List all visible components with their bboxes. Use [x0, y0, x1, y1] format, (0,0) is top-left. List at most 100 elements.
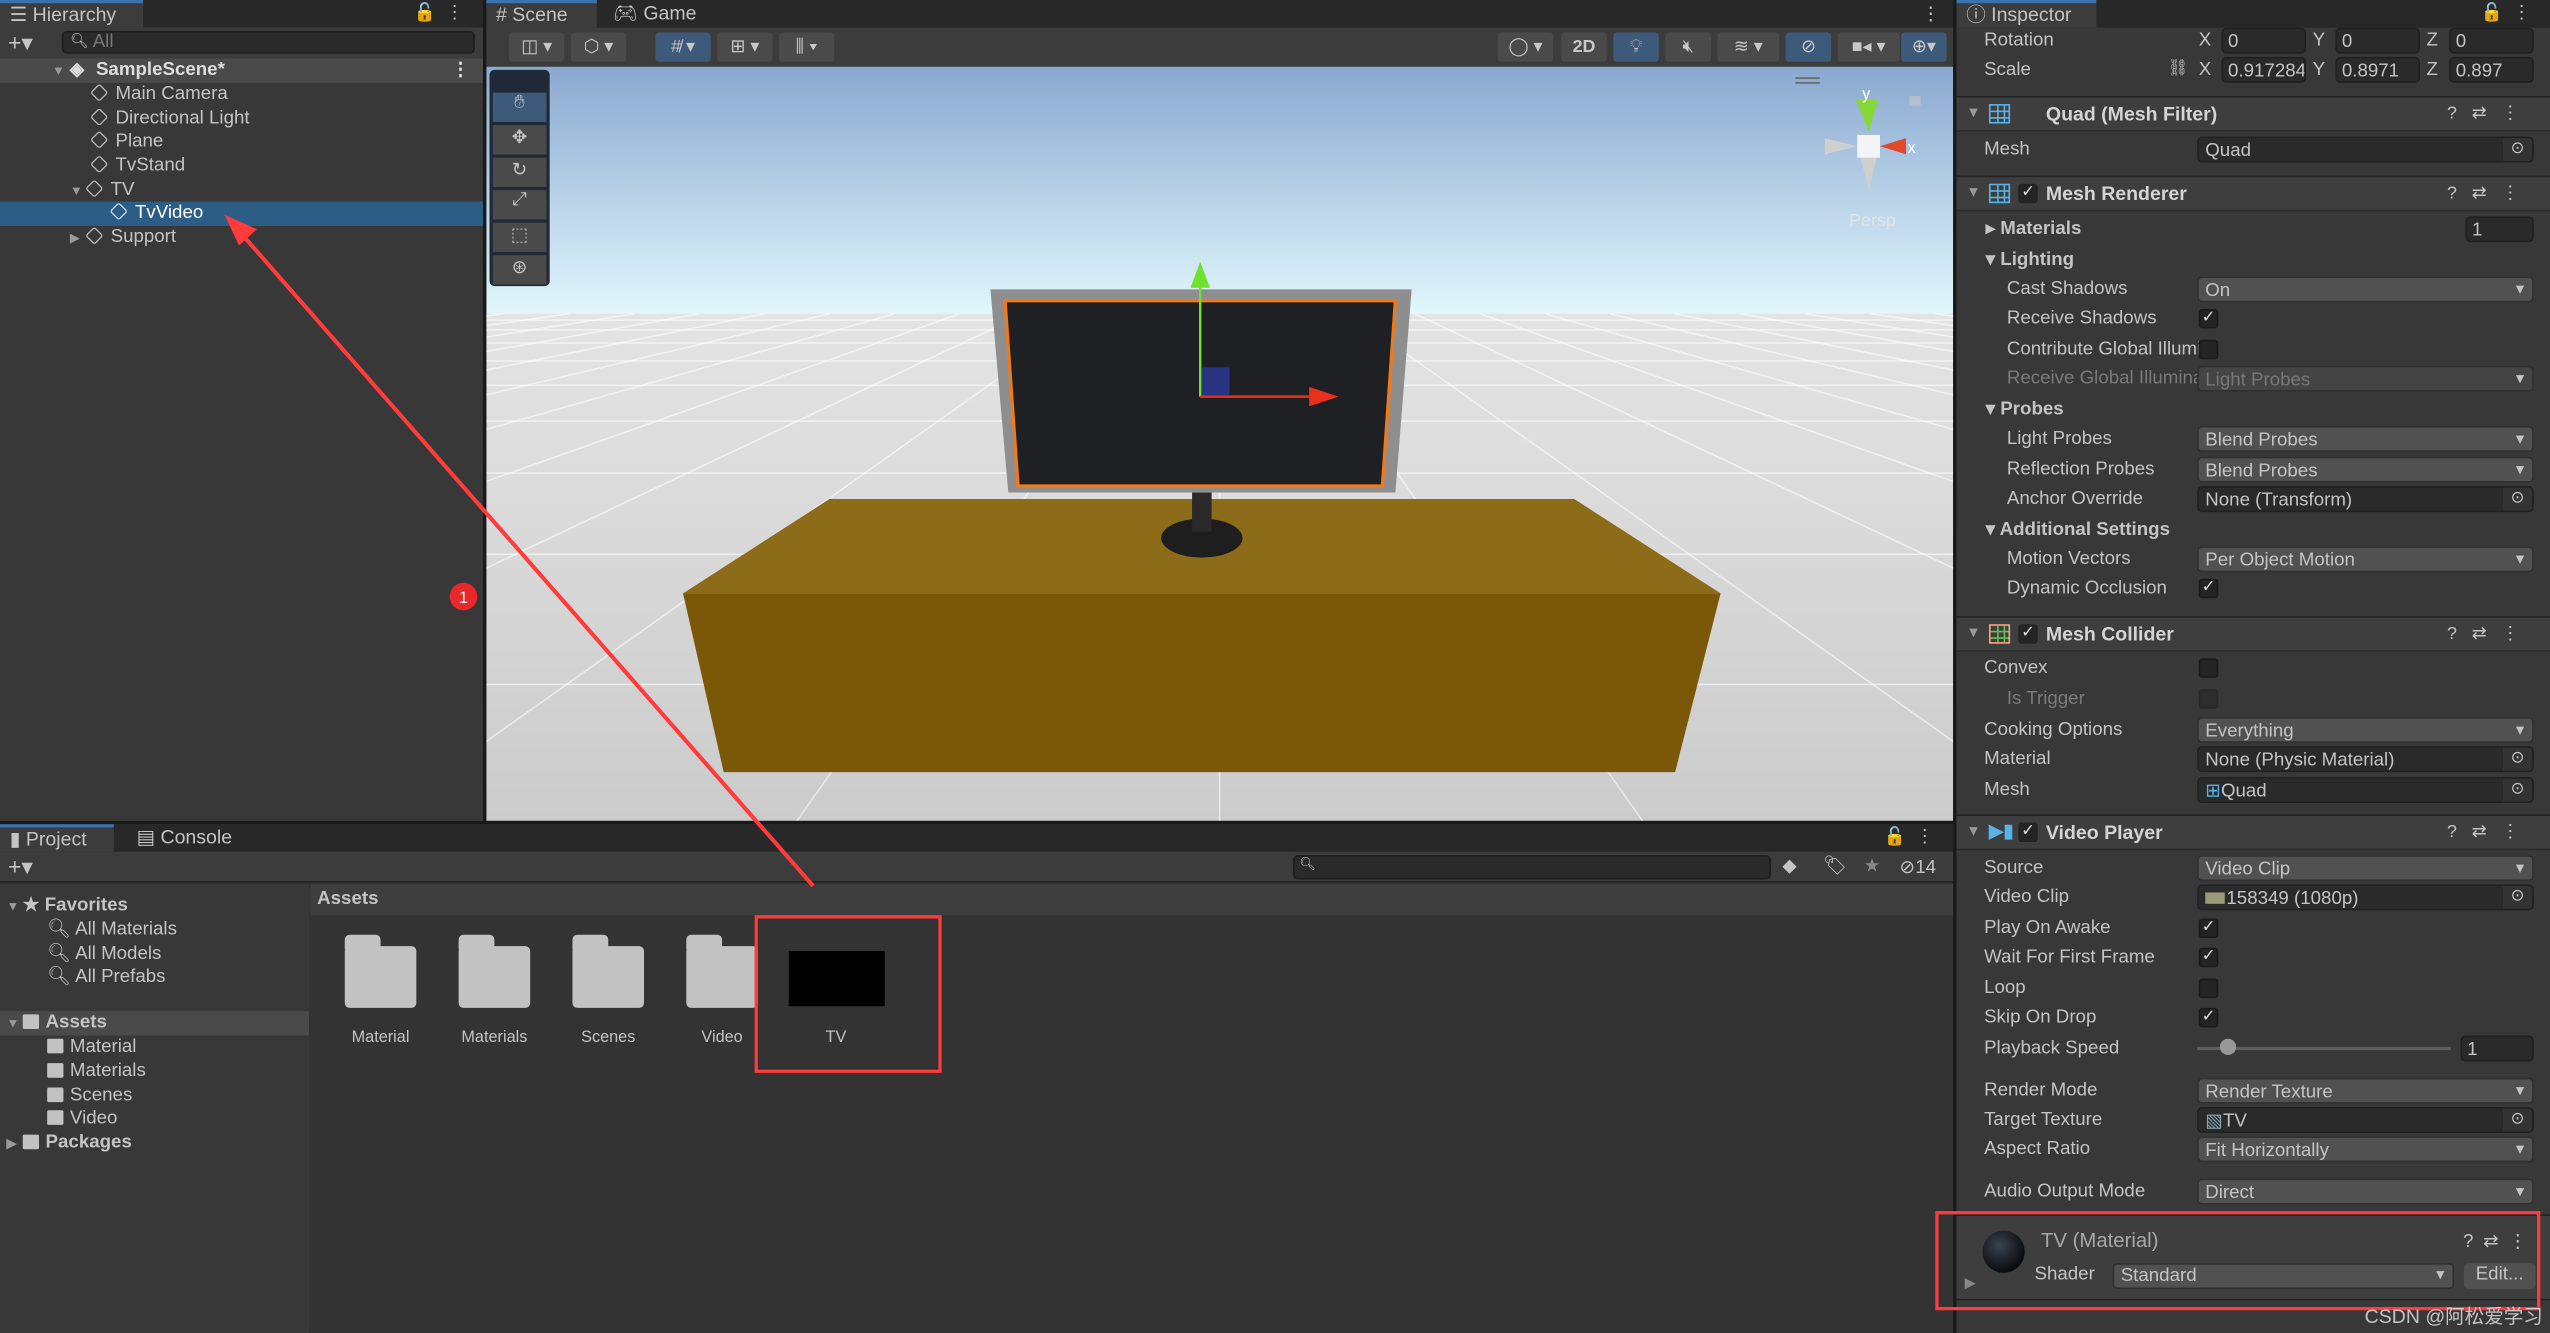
transform-tool[interactable]: ⊛	[492, 255, 547, 285]
scale-z-field[interactable]: 0.897	[2449, 56, 2534, 83]
cooking-options-dropdown[interactable]: Everything	[2197, 716, 2534, 743]
shading-mode-dropdown[interactable]: ◯ ▾	[1497, 32, 1554, 62]
tab-game[interactable]: 🎮︎ Game	[603, 0, 706, 28]
receive-shadows-checkbox[interactable]: ✓	[2198, 308, 2219, 329]
hierarchy-item-selected[interactable]: TvVideo	[0, 201, 484, 226]
folder-icon-video[interactable]	[686, 934, 758, 1008]
probes-foldout[interactable]: ▾ Probes	[1986, 395, 2064, 424]
gizmos-dropdown[interactable]: ⊕▾	[1901, 32, 1947, 62]
materials-foldout[interactable]: ▸ Materials	[1986, 215, 2082, 244]
help-preset-menu-icons[interactable]: ?⇄⋮	[2447, 821, 2534, 843]
effects-dropdown[interactable]: ≋ ▾	[1717, 32, 1780, 62]
folder-item[interactable]: Scenes	[47, 1084, 132, 1108]
hidden-objects-toggle[interactable]: ⊘	[1785, 32, 1832, 62]
enable-checkbox[interactable]: ✓	[2018, 624, 2038, 644]
project-search-input[interactable]: 🔍︎	[1292, 855, 1772, 880]
expand-arrow-icon[interactable]: ▼	[70, 179, 86, 203]
collapse-arrow-icon[interactable]: ▼	[1966, 624, 1981, 640]
camera-dropdown[interactable]: ■◂ ▾	[1837, 32, 1900, 62]
cast-shadows-dropdown[interactable]: On	[2197, 276, 2534, 303]
hierarchy-item[interactable]: Plane	[90, 130, 163, 154]
increment-snap-button[interactable]: ⊞ ▾	[717, 32, 773, 62]
mesh-field[interactable]: Quad ⊙	[2197, 136, 2534, 163]
filter-by-label-icon[interactable]: 🏷︎	[1823, 853, 1847, 877]
help-preset-menu-icons[interactable]: ?⇄⋮	[2463, 1229, 2537, 1252]
lock-menu-icons[interactable]: 🔓⋮	[1884, 826, 1944, 847]
render-mode-dropdown[interactable]: ⬡ ▾	[570, 32, 627, 62]
rotate-tool[interactable]: ↻	[492, 157, 547, 187]
hand-tool[interactable]: ✋︎	[492, 92, 547, 122]
edit-shader-button[interactable]: Edit...	[2463, 1263, 2536, 1290]
object-picker-icon[interactable]: ⊙	[2502, 487, 2533, 511]
hidden-packages-toggle[interactable]: ⊘14	[1900, 855, 1936, 878]
collider-material-field[interactable]: None (Physic Material) ⊙	[2197, 746, 2534, 773]
rect-tool[interactable]: ⬚	[492, 222, 547, 252]
aspect-ratio-dropdown[interactable]: Fit Horizontally	[2197, 1136, 2534, 1163]
snap-settings-button[interactable]: ⫼ ▾	[778, 32, 835, 62]
packages-node[interactable]: ▶ Packages	[7, 1131, 132, 1155]
source-dropdown[interactable]: Video Clip	[2197, 855, 2534, 882]
add-button[interactable]: +▾	[8, 29, 33, 57]
folder-icon-material[interactable]	[344, 934, 417, 1008]
convex-checkbox[interactable]	[2198, 658, 2219, 678]
audio-toggle[interactable]: 🔇︎	[1665, 32, 1711, 62]
scene-viewport[interactable]: y x Persp	[486, 66, 1954, 821]
draw-mode-dropdown[interactable]: ◫ ▾	[509, 32, 565, 62]
tab-console[interactable]: ▤ Console	[127, 824, 242, 852]
shader-dropdown[interactable]: Standard	[2112, 1263, 2455, 1290]
collapse-arrow-icon[interactable]: ▼	[1966, 104, 1981, 120]
rotation-x-field[interactable]: 0	[2221, 27, 2307, 54]
asset-label[interactable]: Materials	[437, 1029, 551, 1047]
hierarchy-item[interactable]: TvStand	[90, 154, 185, 178]
help-preset-menu-icons[interactable]: ?⇄⋮	[2447, 623, 2534, 644]
expand-arrow-icon[interactable]: ▶	[1965, 1274, 1976, 1292]
persp-label[interactable]: Persp	[1849, 210, 1896, 230]
playback-speed-slider-handle[interactable]	[2219, 1038, 2236, 1056]
lighting-foldout[interactable]: ▾ Lighting	[1986, 245, 2074, 274]
hierarchy-item[interactable]: ▶ Support	[70, 226, 176, 250]
folder-icon-materials[interactable]	[458, 934, 531, 1008]
favorite-item[interactable]: 🔍︎ All Prefabs	[47, 966, 165, 990]
video-player-header[interactable]: ▼ ▶▮ ✓ Video Player ?⇄⋮	[1956, 814, 2550, 851]
asset-label[interactable]: TV	[779, 1029, 893, 1047]
2d-toggle[interactable]: 2D	[1561, 32, 1607, 62]
scale-y-field[interactable]: 0.8971	[2335, 56, 2420, 83]
contribute-gi-checkbox[interactable]	[2198, 339, 2219, 360]
enable-checkbox[interactable]: ✓	[2018, 822, 2038, 843]
asset-label[interactable]: Video	[665, 1029, 779, 1047]
collapse-arrow-icon[interactable]: ▶	[70, 226, 86, 250]
object-picker-icon[interactable]: ⊙	[2502, 778, 2533, 802]
move-tool[interactable]: ✥	[492, 125, 547, 155]
mesh-collider-header[interactable]: ▼ ✓ Mesh Collider ?⇄⋮	[1956, 616, 2550, 652]
favorite-item[interactable]: 🔍︎ All Materials	[47, 918, 177, 942]
lock-menu-icons[interactable]: 🔓⋮	[414, 2, 474, 23]
collapse-arrow-icon[interactable]: ▼	[1966, 823, 1981, 839]
expand-arrow-icon[interactable]: ▼	[7, 894, 23, 918]
materials-count-field[interactable]: 1	[2465, 216, 2534, 243]
folder-item[interactable]: Materials	[47, 1060, 146, 1084]
lighting-toggle[interactable]: 💡︎	[1613, 32, 1659, 62]
target-texture-field[interactable]: ▧TV ⊙	[2197, 1107, 2534, 1134]
collider-mesh-field[interactable]: ⊞Quad ⊙	[2197, 777, 2534, 804]
gizmo-plane-handle[interactable]	[1201, 367, 1230, 396]
playback-speed-field[interactable]: 1	[2460, 1035, 2534, 1062]
help-preset-menu-icons[interactable]: ?⇄⋮	[2447, 182, 2534, 204]
object-picker-icon[interactable]: ⊙	[2502, 138, 2533, 161]
rotation-y-field[interactable]: 0	[2335, 27, 2420, 54]
grid-snap-button[interactable]: #̸ ▾	[655, 32, 711, 62]
asset-label[interactable]: Scenes	[551, 1029, 665, 1047]
scale-x-field[interactable]: 0.917284	[2221, 56, 2307, 83]
collapse-arrow-icon[interactable]: ▶	[7, 1131, 23, 1155]
video-clip-field[interactable]: 158349 (1080p) ⊙	[2197, 884, 2534, 911]
scene-menu-icon[interactable]: ⋮	[1921, 2, 1940, 25]
help-preset-menu-icons[interactable]: ?⇄⋮	[2447, 102, 2534, 124]
mesh-renderer-header[interactable]: ▼ ✓ Mesh Renderer ?⇄⋮	[1956, 175, 2550, 212]
render-texture-thumbnail[interactable]	[788, 950, 885, 1007]
dynamic-occlusion-checkbox[interactable]: ✓	[2198, 578, 2219, 599]
anchor-override-field[interactable]: None (Transform) ⊙	[2197, 486, 2534, 513]
favorite-item[interactable]: 🔍︎ All Models	[47, 943, 161, 967]
object-picker-icon[interactable]: ⊙	[2502, 885, 2533, 909]
object-picker-icon[interactable]: ⊙	[2502, 747, 2533, 771]
audio-output-dropdown[interactable]: Direct	[2197, 1178, 2534, 1205]
enable-checkbox[interactable]: ✓	[2018, 183, 2038, 204]
